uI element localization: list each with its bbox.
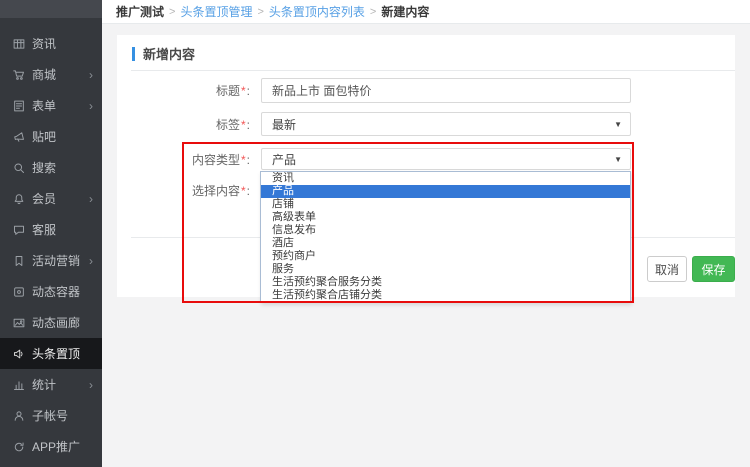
sidebar-item-label: 活动营销: [32, 252, 80, 269]
sidebar-item-gallery[interactable]: 动态画廊: [0, 307, 102, 338]
form-icon: [13, 100, 25, 112]
save-button[interactable]: 保存: [692, 256, 735, 282]
share-icon: [13, 441, 25, 453]
chart-icon: [13, 379, 25, 391]
page-title: 新增内容: [132, 44, 195, 63]
breadcrumb-item[interactable]: 头条置顶内容列表: [269, 3, 365, 20]
grid-icon: [13, 38, 25, 50]
dropdown-option[interactable]: 资讯: [261, 172, 630, 185]
dropdown-arrow-icon: ▼: [614, 120, 622, 129]
sidebar-item-forms[interactable]: 表单 ›: [0, 90, 102, 121]
content-type-select[interactable]: 产品 ▼: [261, 148, 631, 170]
sidebar-item-marketing[interactable]: 活动营销 ›: [0, 245, 102, 276]
dropdown-option[interactable]: 店铺: [261, 198, 630, 211]
chat-icon: [13, 224, 25, 236]
tag-select[interactable]: 最新 ▼: [261, 112, 631, 136]
field-label: 内容类型*:: [117, 151, 250, 168]
breadcrumb: 推广测试 > 头条置顶管理 > 头条置顶内容列表 > 新建内容: [102, 0, 750, 24]
title-divider: [131, 70, 735, 71]
sidebar-item-app-promo[interactable]: APP推广: [0, 431, 102, 462]
dropdown-option[interactable]: 服务: [261, 263, 630, 276]
field-label: 选择内容*:: [117, 182, 250, 199]
dropdown-option[interactable]: 生活预约聚合服务分类: [261, 276, 630, 289]
field-control: 最新 ▼: [261, 112, 631, 136]
required-asterisk: *: [241, 84, 246, 98]
breadcrumb-separator: >: [370, 6, 376, 18]
required-asterisk: *: [241, 153, 246, 167]
cancel-button[interactable]: 取消: [647, 256, 687, 282]
sidebar-item-news[interactable]: 资讯: [0, 28, 102, 59]
sidebar-item-label: 统计: [32, 376, 56, 393]
container-icon: [13, 286, 25, 298]
sidebar-item-label: 头条置顶: [32, 345, 80, 362]
flag-icon: [13, 255, 25, 267]
title-accent-bar: [132, 47, 135, 61]
page-title-text: 新增内容: [143, 44, 195, 63]
dropdown-option[interactable]: 产品: [261, 185, 630, 198]
chevron-right-icon: ›: [89, 255, 93, 267]
sidebar-item-label: 搜索: [32, 159, 56, 176]
sidebar-menu: 资讯商城 › 表单 › 贴吧搜索会员 › 客服活动营销 › 动态容器动态画廊头条置顶统计 › 子帐号…: [0, 18, 102, 462]
required-asterisk: *: [241, 118, 246, 132]
sidebar-item-label: 动态容器: [32, 283, 80, 300]
bell-icon: [13, 193, 25, 205]
sidebar-item-label: 会员: [32, 190, 56, 207]
sidebar-header: [0, 0, 102, 18]
sidebar-item-members[interactable]: 会员 ›: [0, 183, 102, 214]
speaker-icon: [13, 348, 25, 360]
search-icon: [13, 162, 25, 174]
breadcrumb-separator: >: [169, 6, 175, 18]
title-input[interactable]: [261, 78, 631, 103]
sidebar-item-search[interactable]: 搜索: [0, 152, 102, 183]
chevron-right-icon: ›: [89, 100, 93, 112]
dropdown-option[interactable]: 高级表单: [261, 211, 630, 224]
chevron-right-icon: ›: [89, 379, 93, 391]
sidebar-item-sub-account[interactable]: 子帐号: [0, 400, 102, 431]
sidebar-item-label: 子帐号: [32, 407, 68, 424]
form-actions: 取消 保存: [647, 256, 735, 282]
dropdown-option[interactable]: 酒店: [261, 237, 630, 250]
breadcrumb-separator: >: [257, 6, 263, 18]
chevron-right-icon: ›: [89, 193, 93, 205]
chevron-right-icon: ›: [89, 69, 93, 81]
form-row-tag-select: 标签*: 最新 ▼: [117, 112, 735, 136]
app-window: 资讯商城›表单›贴吧搜索会员›客服活动营销›动态容器动态画廊头条置顶统计›子帐号…: [0, 0, 750, 467]
sidebar-item-stats[interactable]: 统计 ›: [0, 369, 102, 400]
required-asterisk: *: [241, 184, 246, 198]
sidebar-item-label: 客服: [32, 221, 56, 238]
field-control: [261, 78, 631, 103]
breadcrumb-item[interactable]: 头条置顶管理: [180, 3, 252, 20]
breadcrumb-item: 新建内容: [381, 3, 429, 20]
breadcrumb-item: 推广测试: [116, 3, 164, 20]
dropdown-option[interactable]: 信息发布: [261, 224, 630, 237]
form-row-content-type-select: 内容类型*: 产品 ▼: [117, 148, 735, 170]
form-row-title-input: 标题*:: [117, 78, 735, 103]
sidebar: 资讯商城 › 表单 › 贴吧搜索会员 › 客服活动营销 › 动态容器动态画廊头条置顶统计 › 子帐号…: [0, 0, 102, 467]
dropdown-arrow-icon: ▼: [614, 155, 622, 164]
sidebar-item-headline-top[interactable]: 头条置顶: [0, 338, 102, 369]
dropdown-option[interactable]: 生活预约聚合店铺分类: [261, 289, 630, 302]
sidebar-item-label: APP推广: [32, 438, 80, 455]
user-icon: [13, 410, 25, 422]
selected-value: 最新: [272, 116, 296, 133]
sidebar-item-label: 商城: [32, 66, 56, 83]
sidebar-item-container[interactable]: 动态容器: [0, 276, 102, 307]
cart-icon: [13, 69, 25, 81]
sidebar-item-label: 贴吧: [32, 128, 56, 145]
field-label: 标题*:: [117, 82, 250, 99]
sidebar-item-label: 表单: [32, 97, 56, 114]
dropdown-option[interactable]: 预约商户: [261, 250, 630, 263]
gallery-icon: [13, 317, 25, 329]
sidebar-item-service[interactable]: 客服: [0, 214, 102, 245]
sidebar-item-label: 动态画廊: [32, 314, 80, 331]
sidebar-item-label: 资讯: [32, 35, 56, 52]
field-control: 产品 ▼: [261, 148, 631, 170]
content-type-dropdown-list: 资讯产品店铺高级表单信息发布酒店预约商户服务生活预约聚合服务分类生活预约聚合店铺…: [260, 171, 631, 303]
field-label: 标签*:: [117, 116, 250, 133]
sidebar-item-forum[interactable]: 贴吧: [0, 121, 102, 152]
selected-value: 产品: [272, 151, 296, 168]
megaphone-icon: [13, 131, 25, 143]
sidebar-item-mall[interactable]: 商城 ›: [0, 59, 102, 90]
